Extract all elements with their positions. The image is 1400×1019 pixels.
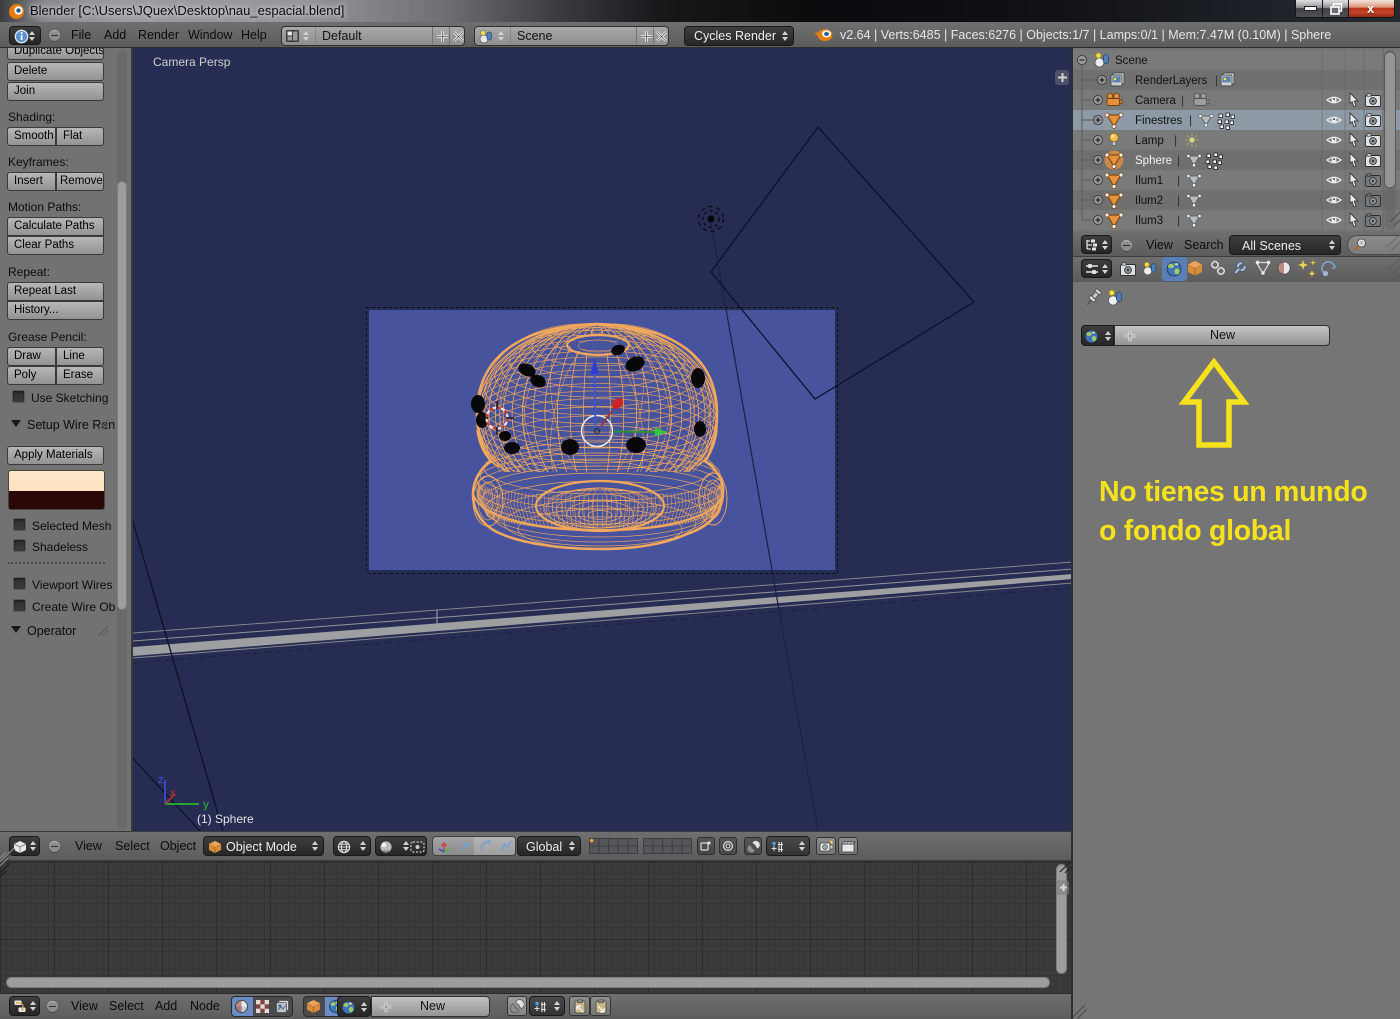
svg-text:Lamp: Lamp xyxy=(1135,135,1164,147)
svg-text:Sphere: Sphere xyxy=(1135,155,1172,167)
svg-text:|: | xyxy=(1189,113,1192,127)
svg-text:|: | xyxy=(1177,193,1180,207)
svg-text:|: | xyxy=(1181,93,1184,107)
svg-text:Finestres: Finestres xyxy=(1135,115,1183,127)
svg-text:|: | xyxy=(1215,73,1218,87)
svg-text:Camera: Camera xyxy=(1135,95,1177,107)
svg-text:Ilum2: Ilum2 xyxy=(1135,195,1163,207)
svg-text:|: | xyxy=(1177,213,1180,227)
svg-text:|: | xyxy=(1177,173,1180,187)
svg-text:RenderLayers: RenderLayers xyxy=(1135,75,1207,87)
svg-text:z: z xyxy=(158,774,164,786)
svg-text:x: x xyxy=(170,787,176,799)
svg-text:Ilum3: Ilum3 xyxy=(1135,215,1163,227)
svg-text:Ilum1: Ilum1 xyxy=(1135,175,1163,187)
svg-text:|: | xyxy=(1174,133,1177,147)
svg-text:y: y xyxy=(203,797,209,811)
svg-text:|: | xyxy=(1177,153,1180,167)
svg-text:Scene: Scene xyxy=(1115,55,1148,67)
